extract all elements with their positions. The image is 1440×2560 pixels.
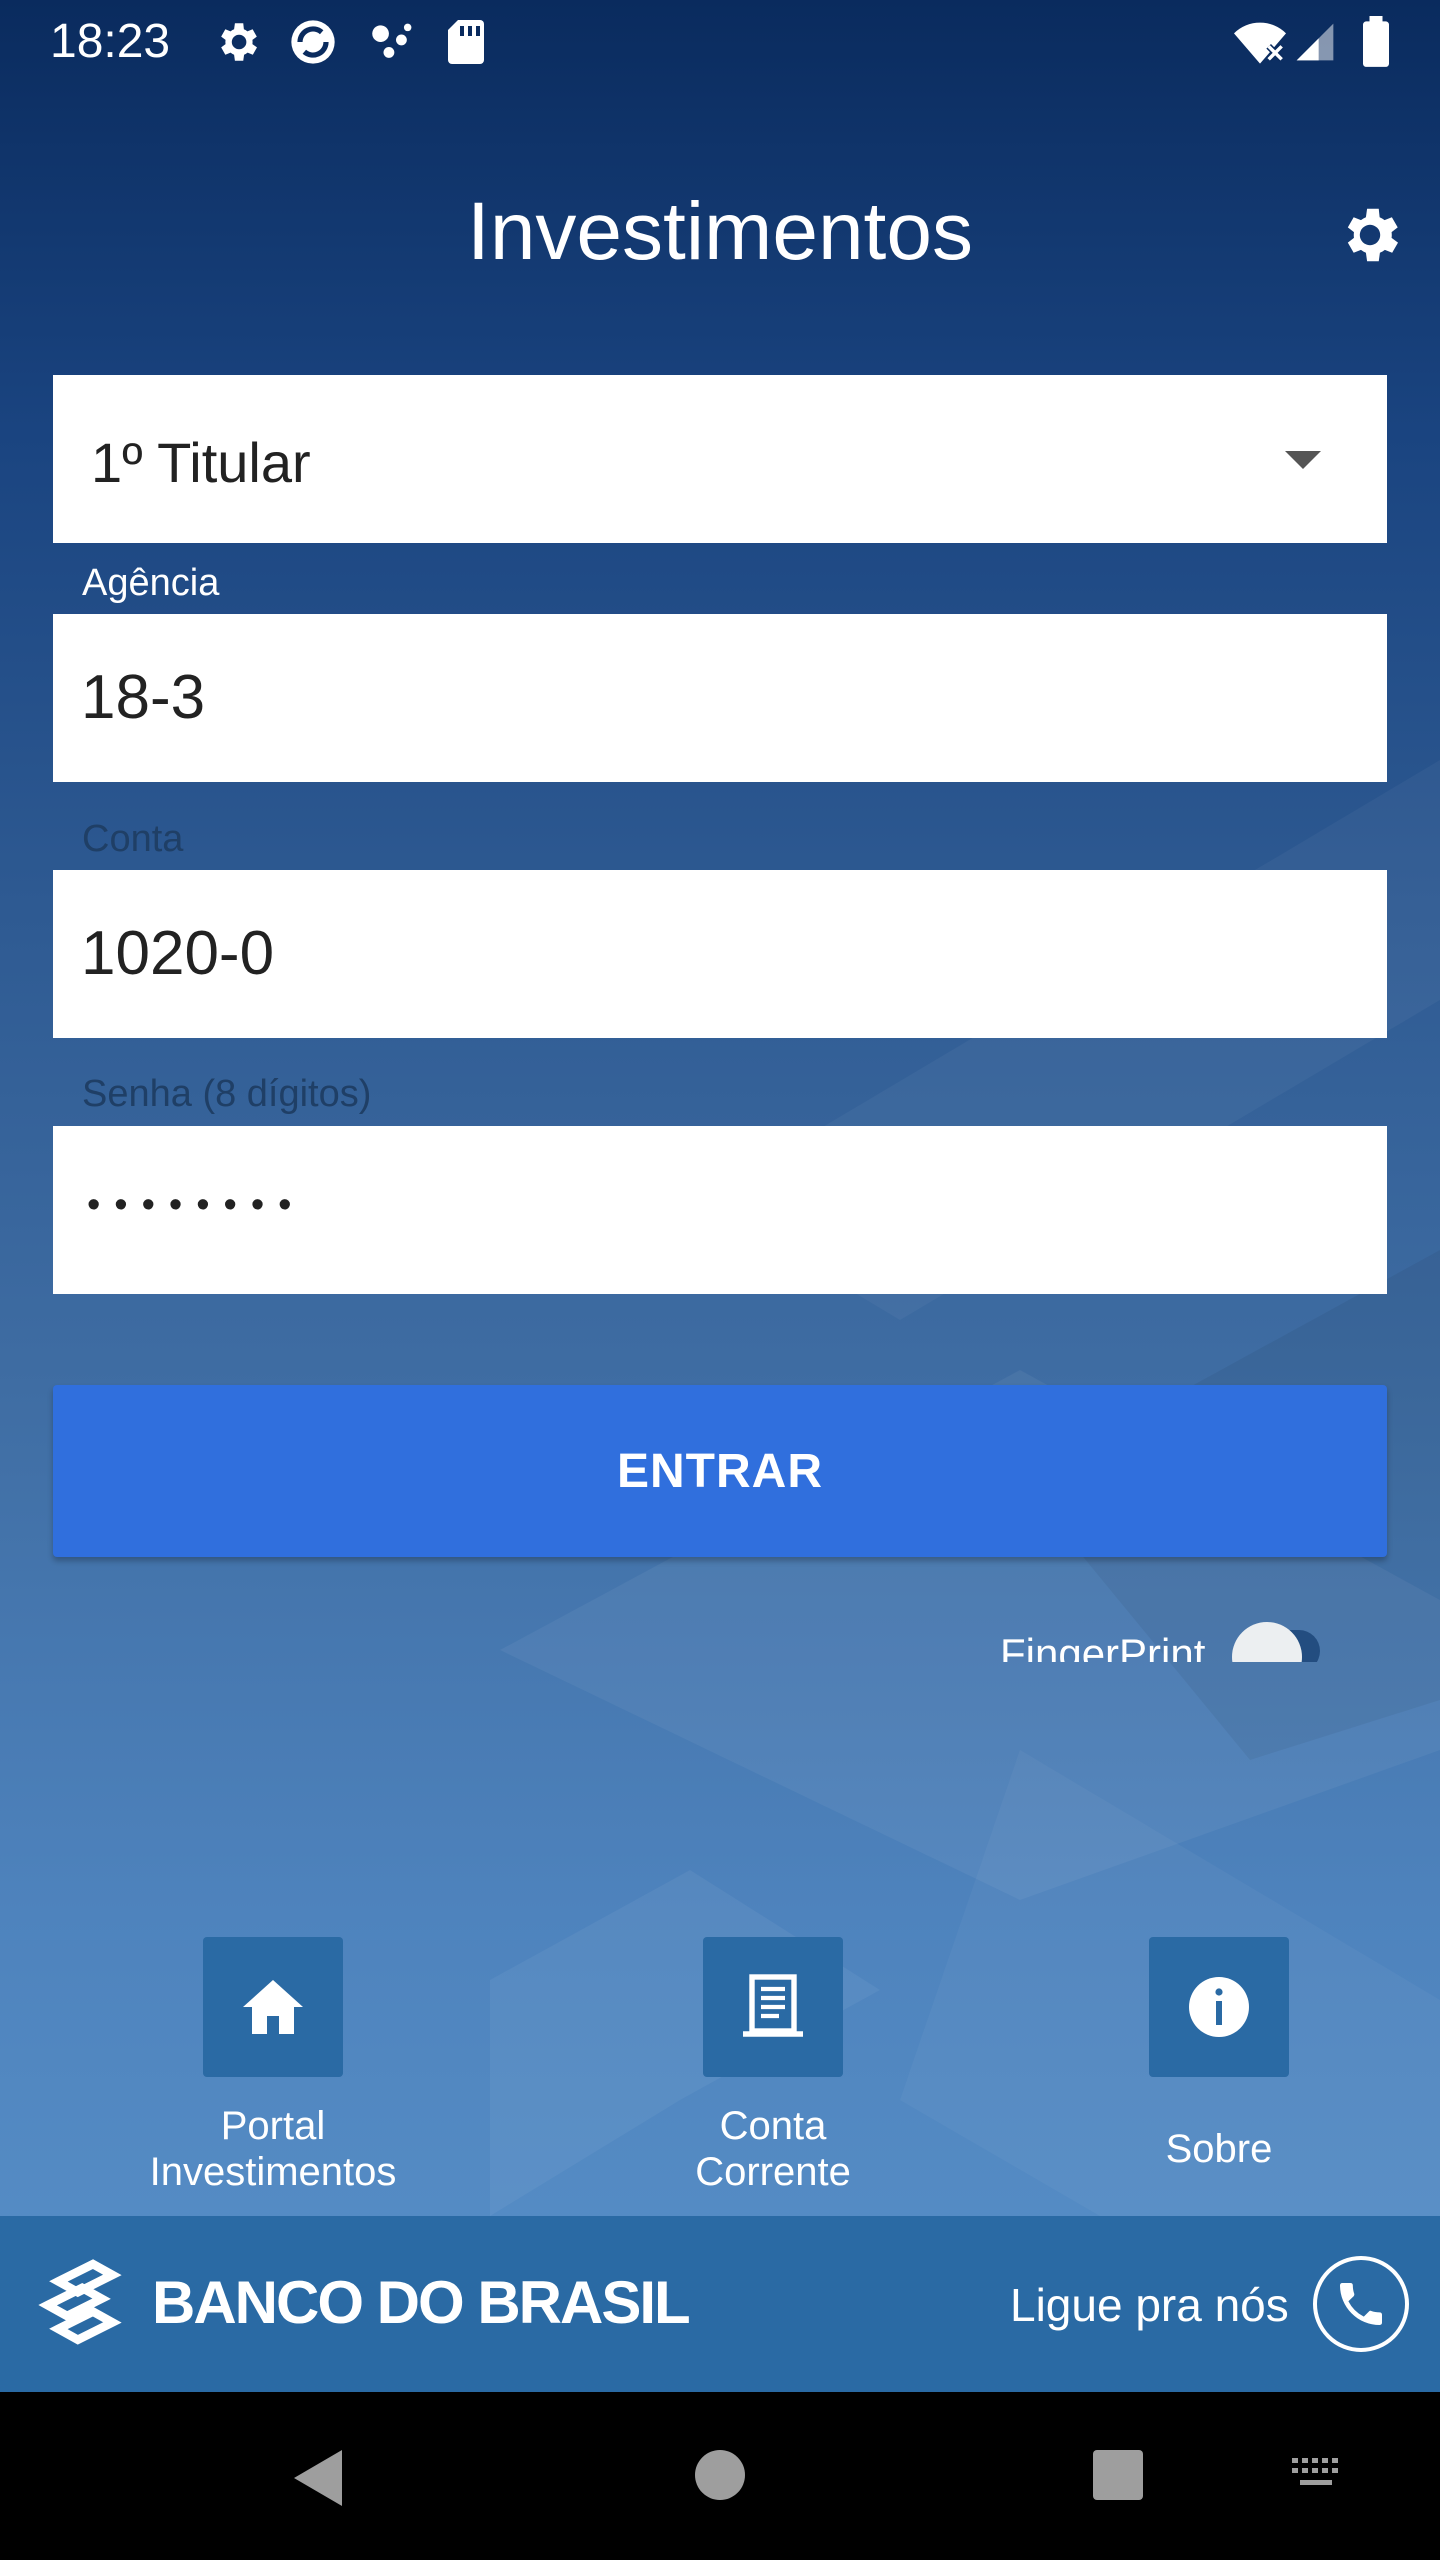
senha-label: Senha (8 dígitos) <box>82 1073 372 1115</box>
recents-icon[interactable] <box>1091 2448 1145 2502</box>
agencia-field[interactable]: 18-3 <box>53 614 1387 782</box>
status-time: 18:23 <box>50 15 171 68</box>
quick-link-label: Portal Investimentos <box>143 2103 403 2195</box>
page-title: Investimentos <box>467 186 973 277</box>
brand-wordmark: BANCO DO BRASIL <box>152 2269 691 2336</box>
quick-link-portal-investimentos[interactable]: Portal Investimentos <box>143 1937 403 2195</box>
gear-icon[interactable] <box>1335 200 1405 270</box>
back-icon[interactable] <box>290 2448 346 2508</box>
assistant-icon <box>372 23 412 58</box>
fingerprint-label: FingerPrint <box>1000 1630 1206 1662</box>
app-screen: 18:23 Investimentos 1º Titular Agência 1… <box>0 0 1440 2392</box>
signal-icon <box>1296 23 1334 61</box>
conta-field[interactable]: 1020-0 <box>53 870 1387 1038</box>
sync-icon <box>291 20 335 64</box>
navigation-bar <box>0 2392 1440 2560</box>
info-icon <box>1189 1977 1249 2037</box>
agencia-label: Agência <box>82 562 220 604</box>
home-circle-icon[interactable] <box>693 2448 747 2502</box>
conta-value: 1020-0 <box>81 919 275 988</box>
settings-icon <box>221 23 257 61</box>
titular-select[interactable]: 1º Titular <box>53 375 1387 543</box>
footer-bar: BANCO DO BRASIL Ligue pra nós <box>0 2216 1440 2392</box>
titular-selected-value: 1º Titular <box>91 431 311 494</box>
statement-icon <box>743 1974 803 2037</box>
battery-icon <box>1363 16 1389 67</box>
sobre-button[interactable] <box>1149 1937 1289 2077</box>
quick-link-label-line2: Corrente <box>695 2150 851 2194</box>
phone-icon <box>1340 2283 1382 2325</box>
quick-link-conta-corrente[interactable]: Conta Corrente <box>643 1937 903 2195</box>
call-label[interactable]: Ligue pra nós <box>1010 2278 1289 2332</box>
quick-link-label-line1: Portal <box>220 2104 326 2148</box>
fingerprint-toggle-thumb[interactable] <box>1232 1622 1302 1662</box>
senha-masked-value: •••••••• <box>87 1184 306 1226</box>
quick-link-label-line1: Conta <box>719 2104 827 2148</box>
fingerprint-row: FingerPrint <box>970 1600 1370 1662</box>
dropdown-arrow-icon <box>1285 451 1321 469</box>
senha-field[interactable]: •••••••• <box>53 1126 1387 1294</box>
quick-link-label-line2: Investimentos <box>149 2150 397 2194</box>
enter-button[interactable]: ENTRAR <box>53 1385 1387 1557</box>
agencia-value: 18-3 <box>81 663 206 732</box>
sd-card-icon <box>448 20 484 64</box>
home-icon <box>243 1980 303 2034</box>
wifi-off-icon <box>1234 22 1286 64</box>
conta-label: Conta <box>82 818 184 860</box>
quick-link-label: Conta Corrente <box>643 2103 903 2195</box>
keyboard-icon[interactable] <box>1290 2456 1346 2492</box>
status-bar: 18:23 <box>0 0 1440 84</box>
conta-corrente-button[interactable] <box>703 1937 843 2077</box>
quick-link-label: Sobre <box>1165 2127 1273 2171</box>
banco-do-brasil-logo-icon <box>38 2259 122 2345</box>
quick-link-sobre[interactable]: Sobre <box>1089 1937 1349 2172</box>
call-button[interactable] <box>1313 2256 1409 2352</box>
portal-button[interactable] <box>203 1937 343 2077</box>
